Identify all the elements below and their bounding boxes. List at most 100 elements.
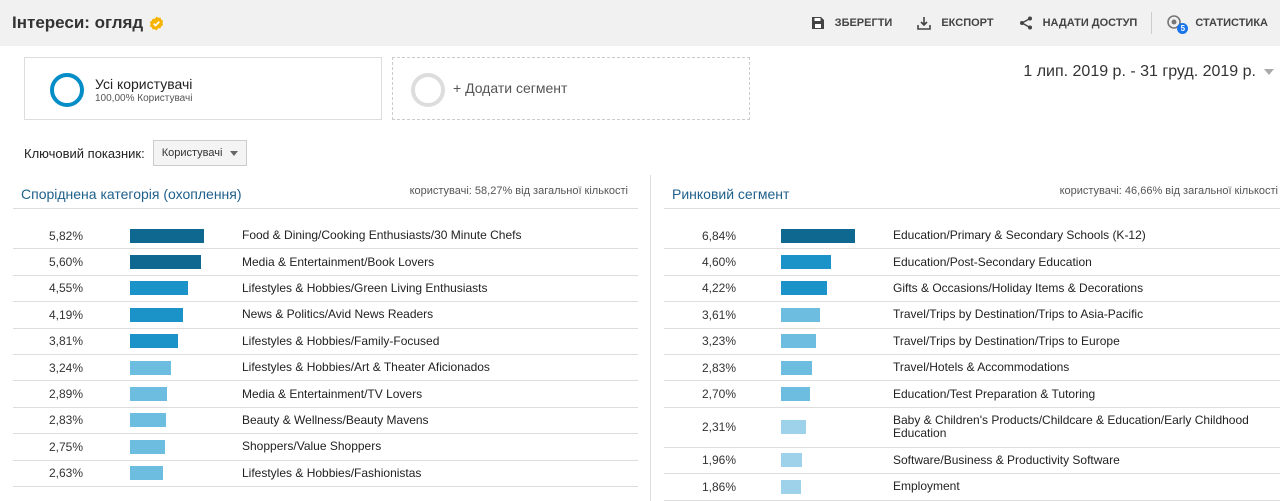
row-percent: 3,61%: [702, 307, 737, 322]
table-row: 4,55% Lifestyles & Hobbies/Green Living E…: [13, 276, 638, 303]
row-percent: 1,86%: [702, 479, 737, 494]
row-category-label: Travel/Trips by Destination/Trips to Asi…: [893, 307, 1144, 322]
in-market-segment-panel: Ринковий сегмент користувачі: 46,66% від…: [664, 175, 1280, 501]
table-row: 4,60% Education/Post-Secondary Education: [664, 249, 1280, 276]
row-bar: [781, 228, 855, 243]
save-label: ЗБЕРЕГТИ: [834, 17, 893, 29]
panel-title-link[interactable]: Споріднена категорія (охоплення): [21, 186, 242, 202]
header-bar: Інтереси: огляд ЗБЕРЕГТИ ЕКСПОРТ НАДАТИ …: [0, 0, 1280, 46]
table-row: 4,19% News & Politics/Avid News Readers: [13, 302, 638, 329]
share-icon: [1019, 16, 1032, 30]
row-percent: 2,75%: [49, 439, 84, 454]
row-percent: 1,96%: [702, 453, 737, 468]
share-button[interactable]: НАДАТИ ДОСТУП: [1006, 15, 1150, 31]
panel-header: Споріднена категорія (охоплення) користу…: [13, 175, 638, 209]
row-bar: [781, 479, 801, 494]
row-bar: [781, 255, 831, 270]
export-icon: [917, 17, 932, 30]
row-category-label: Software/Business & Productivity Softwar…: [893, 452, 1120, 467]
row-bar: [130, 439, 165, 454]
row-category-label: Gifts & Occasions/Holiday Items & Decora…: [893, 280, 1144, 295]
insights-label: СТАТИСТИКА: [1195, 17, 1268, 29]
table-row: 2,63% Lifestyles & Hobbies/Fashionistas: [13, 461, 638, 487]
row-percent: 4,19%: [49, 307, 84, 322]
insights-icon: 5: [1166, 14, 1189, 34]
table-row: 2,70% Education/Test Preparation & Tutori…: [664, 381, 1280, 408]
add-segment-label: + Додати сегмент: [453, 80, 568, 96]
date-range-picker[interactable]: 1 лип. 2019 р. - 31 груд. 2019 р.: [1023, 63, 1274, 81]
export-button[interactable]: ЕКСПОРТ: [904, 15, 1005, 31]
insights-badge: 5: [1177, 23, 1189, 34]
key-metric-value: Користувачі: [161, 147, 223, 159]
table-row: 3,23% Travel/Trips by Destination/Trips t…: [664, 329, 1280, 355]
row-percent: 2,83%: [49, 413, 84, 428]
table-row: 2,83% Travel/Hotels & Accommodations: [664, 355, 1280, 382]
row-bar: [130, 387, 167, 402]
bar-fill: [130, 466, 163, 481]
row-bar: [781, 307, 820, 322]
bar-fill: [781, 479, 801, 494]
insights-button[interactable]: 5 СТАТИСТИКА: [1154, 14, 1280, 34]
key-metric-label: Ключовий показник:: [24, 145, 145, 161]
header-actions: ЗБЕРЕГТИ ЕКСПОРТ НАДАТИ ДОСТУП 5 СТАТИСТ…: [798, 0, 1280, 46]
export-label: ЕКСПОРТ: [941, 17, 994, 29]
segment-all-users[interactable]: Усі користувачі 100,00% Користувачі: [24, 57, 382, 120]
row-percent: 4,55%: [49, 281, 84, 296]
table-row: 4,22% Gifts & Occasions/Holiday Items & D…: [664, 276, 1280, 303]
bar-fill: [130, 307, 183, 322]
row-category-label: Education/Post-Secondary Education: [893, 254, 1092, 269]
row-percent: 4,60%: [702, 255, 737, 270]
row-bar: [130, 360, 171, 375]
bar-fill: [130, 360, 171, 375]
bar-fill: [781, 255, 831, 270]
row-percent: 2,70%: [702, 387, 737, 402]
row-category-label: Travel/Hotels & Accommodations: [893, 360, 1070, 375]
table-row: 2,75% Shoppers/Value Shoppers: [13, 434, 638, 461]
bar-fill: [781, 334, 816, 349]
panel-title-link[interactable]: Ринковий сегмент: [672, 186, 789, 202]
row-category-label: Media & Entertainment/Book Lovers: [242, 254, 435, 269]
row-bar: [781, 281, 827, 296]
row-category-label: Lifestyles & Hobbies/Fashionistas: [242, 465, 422, 480]
row-bar: [781, 420, 806, 435]
row-category-label: Beauty & Wellness/Beauty Mavens: [242, 412, 429, 427]
row-bar: [781, 360, 812, 375]
row-bar: [130, 413, 166, 428]
bar-fill: [781, 387, 810, 402]
page-title-text: Інтереси: огляд: [12, 13, 144, 32]
bar-fill: [130, 439, 165, 454]
chevron-down-icon: [230, 150, 239, 156]
save-button[interactable]: ЗБЕРЕГТИ: [798, 15, 905, 31]
row-category-label: Media & Entertainment/TV Lovers: [242, 386, 423, 401]
table-row: 1,86% Employment: [664, 474, 1280, 501]
bar-fill: [130, 413, 166, 428]
row-category-label: Lifestyles & Hobbies/Green Living Enthus…: [242, 280, 488, 295]
row-category-label: Employment: [893, 479, 960, 494]
bar-fill: [130, 334, 178, 349]
bar-fill: [781, 420, 806, 435]
add-segment-button[interactable]: + Додати сегмент: [392, 57, 750, 120]
date-range-text: 1 лип. 2019 р. - 31 груд. 2019 р.: [1023, 63, 1256, 80]
toolbar-divider: [1151, 12, 1153, 34]
bar-fill: [781, 307, 820, 322]
row-bar: [130, 466, 163, 481]
row-category-label: Lifestyles & Hobbies/Art & Theater Afici…: [242, 360, 490, 375]
panel-subtitle: користувачі: 58,27% від загальної кілько…: [409, 185, 628, 197]
row-percent: 5,82%: [49, 228, 84, 243]
row-percent: 2,63%: [49, 466, 84, 481]
panel-divider: [650, 175, 651, 501]
bar-fill: [781, 360, 812, 375]
verified-badge-icon: [150, 15, 164, 31]
save-icon: [811, 17, 824, 29]
table-row: 2,31% Baby & Children's Products/Childcar…: [664, 408, 1280, 448]
row-percent: 5,60%: [49, 255, 84, 270]
table-row: 5,82% Food & Dining/Cooking Enthusiasts/3…: [13, 223, 638, 250]
key-metric-row: Ключовий показник: Користувачі: [24, 140, 248, 166]
panel-subtitle: користувачі: 46,66% від загальної кілько…: [1059, 185, 1278, 197]
row-category-label: News & Politics/Avid News Readers: [242, 307, 434, 322]
segment-color-circle: [50, 73, 84, 107]
row-category-label: Travel/Trips by Destination/Trips to Eur…: [893, 333, 1120, 348]
in-market-rows: 6,84% Education/Primary & Secondary Schoo…: [664, 209, 1280, 501]
key-metric-select[interactable]: Користувачі: [152, 140, 248, 166]
row-percent: 2,83%: [702, 360, 737, 375]
